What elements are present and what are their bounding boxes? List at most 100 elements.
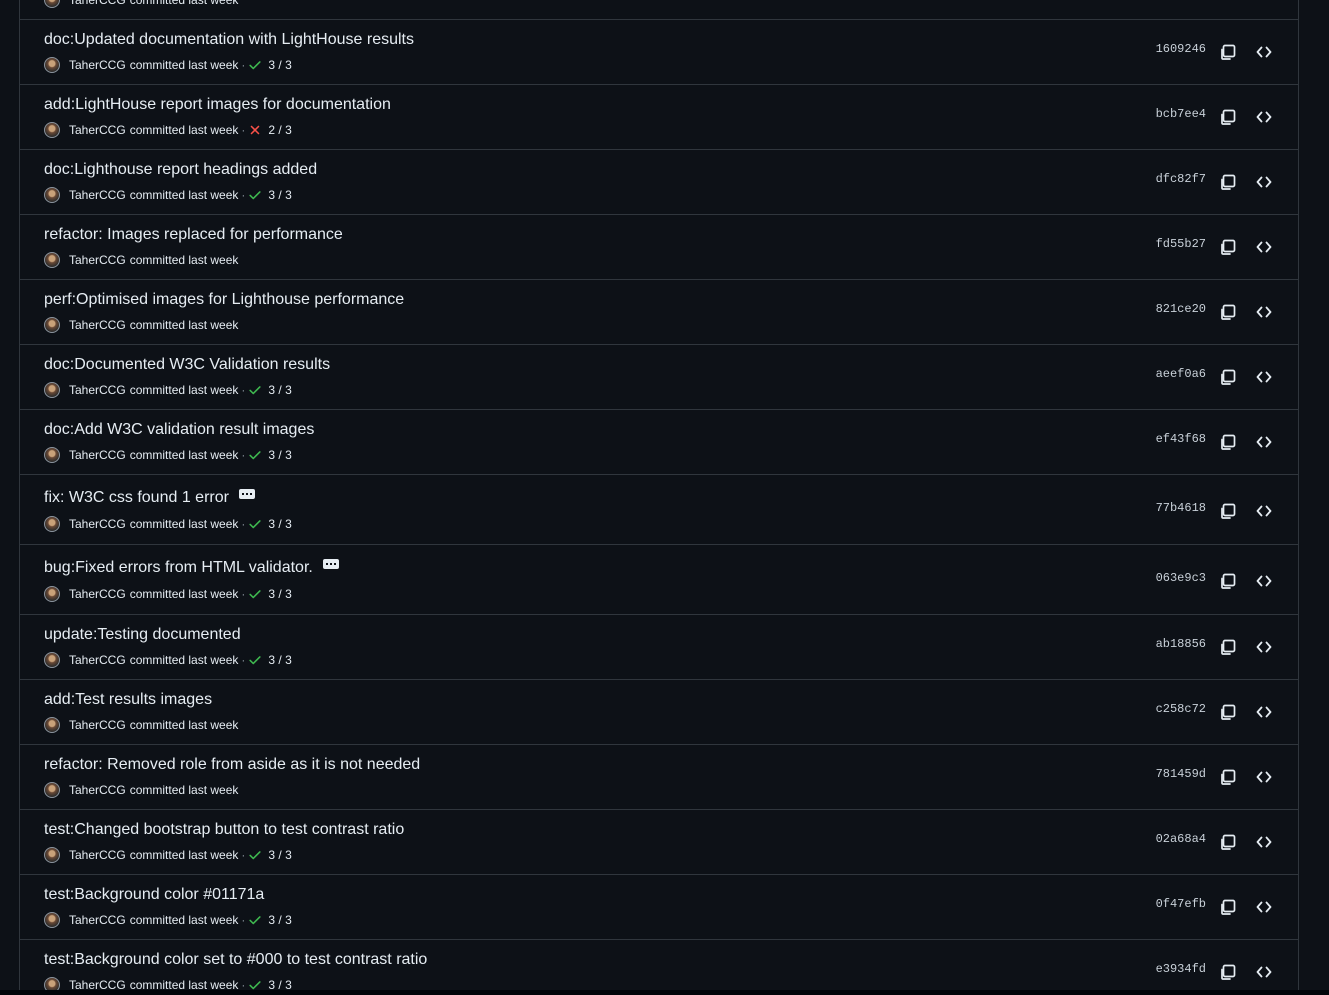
checks-status[interactable]: 2 / 3 [248,123,292,137]
copy-sha-icon[interactable] [1219,368,1237,386]
copy-sha-icon[interactable] [1219,768,1237,786]
commit-message-link[interactable]: doc:Lighthouse report headings added [44,161,317,179]
commit-sha-link[interactable]: aeef0a6 [1156,367,1206,381]
browse-code-icon[interactable] [1255,898,1273,916]
copy-sha-icon[interactable] [1219,108,1237,126]
author-link[interactable]: TaherCCG [69,587,126,601]
checks-status[interactable]: 3 / 3 [248,913,292,927]
commit-sha-link[interactable]: dfc82f7 [1156,172,1206,186]
checks-status[interactable]: 3 / 3 [248,383,292,397]
checks-status[interactable]: 3 / 3 [248,517,292,531]
copy-sha-icon[interactable] [1219,433,1237,451]
commit-message-link[interactable]: test:Changed bootstrap button to test co… [44,821,404,839]
browse-code-icon[interactable] [1255,108,1273,126]
copy-sha-icon[interactable] [1219,703,1237,721]
checks-status[interactable]: 3 / 3 [248,848,292,862]
browse-code-icon[interactable] [1255,638,1273,656]
commit-sha-link[interactable]: ab18856 [1156,637,1206,651]
avatar[interactable] [44,516,60,532]
commit-message-link[interactable]: refactor: Removed role from aside as it … [44,756,420,774]
avatar[interactable] [44,187,60,203]
commit-message-link[interactable]: perf:Optimised images for Lighthouse per… [44,291,404,309]
author-link[interactable]: TaherCCG [69,848,126,862]
checks-status[interactable]: 3 / 3 [248,448,292,462]
avatar[interactable] [44,652,60,668]
avatar[interactable] [44,382,60,398]
author-link[interactable]: TaherCCG [69,383,126,397]
copy-sha-icon[interactable] [1219,303,1237,321]
browse-code-icon[interactable] [1255,572,1273,590]
avatar[interactable] [44,57,60,73]
author-link[interactable]: TaherCCG [69,318,126,332]
browse-code-icon[interactable] [1255,43,1273,61]
avatar[interactable] [44,447,60,463]
copy-sha-icon[interactable] [1219,963,1237,981]
commit-sha-link[interactable]: 821ce20 [1156,302,1206,316]
commit-message-link[interactable]: doc:Add W3C validation result images [44,421,314,439]
commit-sha-link[interactable]: 781459d [1156,767,1206,781]
copy-sha-icon[interactable] [1219,43,1237,61]
commit-message-link[interactable]: update:Testing documented [44,626,241,644]
browse-code-icon[interactable] [1255,768,1273,786]
commit-message-link[interactable]: test:Background color #01171a [44,886,264,904]
browse-code-icon[interactable] [1255,433,1273,451]
author-link[interactable]: TaherCCG [69,517,126,531]
avatar[interactable] [44,252,60,268]
avatar[interactable] [44,782,60,798]
avatar[interactable] [44,0,60,8]
copy-sha-icon[interactable] [1219,898,1237,916]
copy-sha-icon[interactable] [1219,572,1237,590]
copy-sha-icon[interactable] [1219,638,1237,656]
avatar[interactable] [44,912,60,928]
commit-sha-link[interactable]: c258c72 [1156,702,1206,716]
author-link[interactable]: TaherCCG [69,653,126,667]
author-link[interactable]: TaherCCG [69,123,126,137]
author-link[interactable]: TaherCCG [69,783,126,797]
avatar[interactable] [44,122,60,138]
checks-status[interactable]: 3 / 3 [248,587,292,601]
checks-status[interactable]: 3 / 3 [248,188,292,202]
author-link[interactable]: TaherCCG [69,253,126,267]
browse-code-icon[interactable] [1255,368,1273,386]
commit-sha-link[interactable]: 1609246 [1156,42,1206,56]
avatar[interactable] [44,717,60,733]
copy-sha-icon[interactable] [1219,173,1237,191]
commit-message-link[interactable]: doc:Updated documentation with LightHous… [44,31,414,49]
commit-sha-link[interactable]: fd55b27 [1156,237,1206,251]
commit-message-link[interactable]: add:LightHouse report images for documen… [44,96,391,114]
show-description-button[interactable] [238,489,255,499]
commit-sha-link[interactable]: 02a68a4 [1156,832,1206,846]
browse-code-icon[interactable] [1255,173,1273,191]
browse-code-icon[interactable] [1255,833,1273,851]
avatar[interactable] [44,847,60,863]
author-link[interactable]: TaherCCG [69,0,126,7]
copy-sha-icon[interactable] [1219,238,1237,256]
commit-sha-link[interactable]: 0f47efb [1156,897,1206,911]
browse-code-icon[interactable] [1255,303,1273,321]
author-link[interactable]: TaherCCG [69,58,126,72]
commit-sha-link[interactable]: ef43f68 [1156,432,1206,446]
commit-sha-link[interactable]: 063e9c3 [1156,571,1206,585]
commit-sha-link[interactable]: bcb7ee4 [1156,107,1206,121]
show-description-button[interactable] [322,559,339,569]
avatar[interactable] [44,586,60,602]
commit-message-link[interactable]: test:Background color set to #000 to tes… [44,951,427,969]
commit-message-link[interactable]: bug:Fixed errors from HTML validator. [44,559,313,577]
checks-status[interactable]: 3 / 3 [248,58,292,72]
author-link[interactable]: TaherCCG [69,188,126,202]
browse-code-icon[interactable] [1255,703,1273,721]
checks-status[interactable]: 3 / 3 [248,653,292,667]
browse-code-icon[interactable] [1255,502,1273,520]
copy-sha-icon[interactable] [1219,833,1237,851]
commit-message-link[interactable]: add:Test results images [44,691,212,709]
author-link[interactable]: TaherCCG [69,718,126,732]
commit-message-link[interactable]: refactor: Images replaced for performanc… [44,226,343,244]
browse-code-icon[interactable] [1255,963,1273,981]
commit-message-link[interactable]: doc:Documented W3C Validation results [44,356,330,374]
avatar[interactable] [44,317,60,333]
browse-code-icon[interactable] [1255,238,1273,256]
author-link[interactable]: TaherCCG [69,448,126,462]
copy-sha-icon[interactable] [1219,502,1237,520]
commit-sha-link[interactable]: 77b4618 [1156,501,1206,515]
commit-message-link[interactable]: fix: W3C css found 1 error [44,489,229,507]
